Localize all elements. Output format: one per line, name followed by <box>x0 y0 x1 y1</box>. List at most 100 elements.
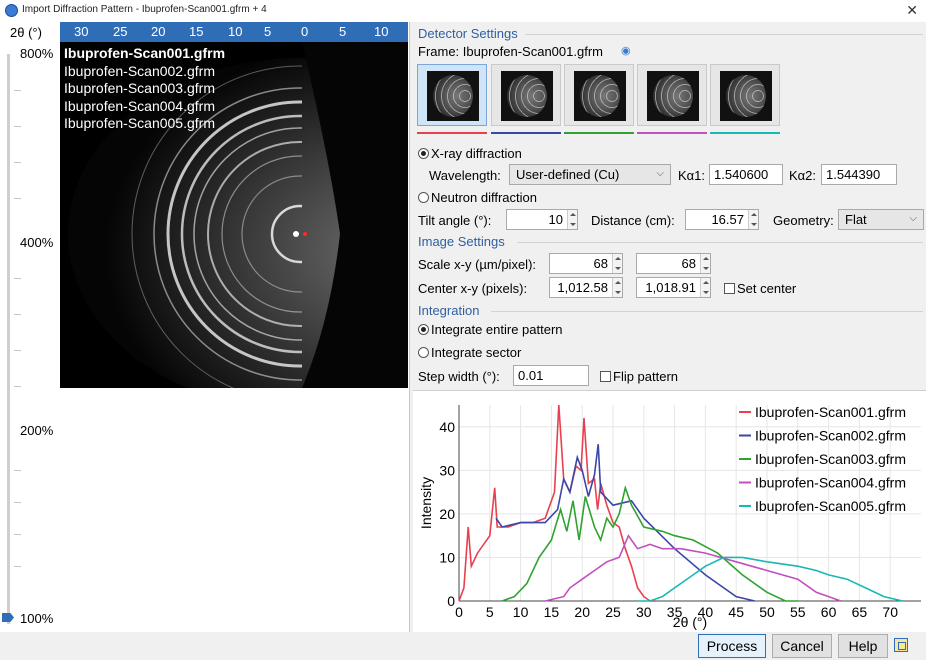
x-axis-label: 2θ (°) <box>673 614 707 630</box>
flip-pattern-label: Flip pattern <box>613 369 679 384</box>
frame-thumbnail-4[interactable] <box>637 64 707 126</box>
y-tick-label: 30 <box>439 462 455 478</box>
distance-stepper[interactable]: 16.57 <box>685 209 759 230</box>
spin-buttons[interactable] <box>700 254 710 273</box>
ka1-label: Kα1: <box>678 168 706 183</box>
set-center-checkbox[interactable] <box>724 283 735 294</box>
help-button[interactable]: Help <box>838 634 888 658</box>
axis-tick: 30 <box>74 24 89 39</box>
title-bar: Import Diffraction Pattern - Ibuprofen-S… <box>0 0 926 22</box>
integrate-sector-radio[interactable] <box>418 347 429 358</box>
scale-y-value: 68 <box>681 256 696 271</box>
file-list-item[interactable]: Ibuprofen-Scan004.gfrm <box>64 98 225 116</box>
integrate-entire-label: Integrate entire pattern <box>431 322 563 337</box>
zoom-slider-handle[interactable] <box>2 613 14 622</box>
step-width-input[interactable]: 0.01 <box>513 365 589 386</box>
x-tick-label: 10 <box>513 604 529 620</box>
y-tick-label: 0 <box>447 593 455 609</box>
detector-settings-title: Detector Settings <box>418 26 518 41</box>
xray-diffraction-label: X-ray diffraction <box>431 146 522 161</box>
scale-label: Scale x-y (µm/pixel): <box>418 257 537 272</box>
two-theta-axis-bar: 30 25 20 15 10 5 0 5 10 <box>60 22 408 42</box>
axis-tick: 20 <box>151 24 166 39</box>
wavelength-select[interactable]: User-defined (Cu) ⌵ <box>509 164 671 185</box>
x-tick-label: 45 <box>728 604 744 620</box>
set-center-label: Set center <box>737 281 797 296</box>
two-theta-axis-label: 2θ (°) <box>10 25 42 40</box>
zoom-tick <box>14 502 21 503</box>
legend-label-3: Ibuprofen-Scan003.gfrm <box>755 451 906 467</box>
scale-y-stepper[interactable]: 68 <box>636 253 711 274</box>
window-title: Import Diffraction Pattern - Ibuprofen-S… <box>22 4 267 15</box>
integration-title: Integration <box>418 303 480 318</box>
geometry-label: Geometry: <box>773 213 834 228</box>
spin-buttons[interactable] <box>748 210 758 229</box>
geometry-select[interactable]: Flat ⌵ <box>838 209 924 230</box>
scale-x-value: 68 <box>593 256 608 271</box>
ka2-input[interactable]: 1.544390 <box>821 164 897 185</box>
scale-x-stepper[interactable]: 68 <box>549 253 623 274</box>
process-button[interactable]: Process <box>698 634 766 658</box>
thumb-color-bar <box>417 132 487 134</box>
spin-buttons[interactable] <box>612 278 622 297</box>
x-tick-label: 0 <box>455 604 463 620</box>
x-tick-label: 20 <box>574 604 590 620</box>
x-tick-label: 5 <box>486 604 494 620</box>
center-y-stepper[interactable]: 1,018.91 <box>636 277 711 298</box>
tilt-angle-stepper[interactable]: 10 <box>506 209 578 230</box>
center-label: Center x-y (pixels): <box>418 281 528 296</box>
close-icon[interactable]: ✕ <box>906 2 918 19</box>
zoom-slider-track[interactable] <box>7 54 10 624</box>
zoom-tick <box>14 350 21 351</box>
thumb-color-bar <box>710 132 780 134</box>
thumb-color-bar <box>491 132 561 134</box>
spin-buttons[interactable] <box>700 278 710 297</box>
image-preview-pane: 2θ (°) 30 25 20 15 10 5 0 5 10 800% 400%… <box>0 22 410 632</box>
frame-thumbnail-3[interactable] <box>564 64 634 126</box>
center-x-stepper[interactable]: 1,012.58 <box>549 277 623 298</box>
spin-buttons[interactable] <box>567 210 577 229</box>
diffraction-image[interactable]: Ibuprofen-Scan001.gfrm Ibuprofen-Scan002… <box>60 42 408 388</box>
axis-tick: 10 <box>228 24 243 39</box>
dialog-options-icon[interactable] <box>894 638 908 652</box>
x-tick-label: 60 <box>821 604 837 620</box>
step-width-label: Step width (°): <box>418 369 500 384</box>
zoom-tick <box>14 566 21 567</box>
x-tick-label: 55 <box>790 604 806 620</box>
x-tick-label: 50 <box>759 604 775 620</box>
dialog-button-bar: Process Cancel Help <box>0 632 926 660</box>
spin-buttons[interactable] <box>612 254 622 273</box>
file-list-item[interactable]: Ibuprofen-Scan005.gfrm <box>64 115 225 133</box>
frame-thumbnail-1[interactable] <box>417 64 487 126</box>
ka1-input[interactable]: 1.540600 <box>709 164 783 185</box>
series-line-2 <box>495 444 755 602</box>
center-x-value: 1,012.58 <box>557 280 608 295</box>
globe-icon[interactable]: ◉ <box>621 44 631 57</box>
app-icon <box>5 4 18 17</box>
integrate-entire-radio[interactable] <box>418 324 429 335</box>
neutron-diffraction-radio[interactable] <box>418 192 429 203</box>
flip-pattern-checkbox[interactable] <box>600 371 611 382</box>
center-y-value: 1,018.91 <box>645 280 696 295</box>
xray-diffraction-radio[interactable] <box>418 148 429 159</box>
axis-tick: 10 <box>374 24 389 39</box>
file-list-item[interactable]: Ibuprofen-Scan003.gfrm <box>64 80 225 98</box>
file-list-item[interactable]: Ibuprofen-Scan002.gfrm <box>64 63 225 81</box>
integration-chart[interactable]: 0 5 10 15 20 25 30 35 40 45 50 55 60 65 70 0 10 20 30 40 2θ … <box>413 390 926 632</box>
axis-tick: 0 <box>301 24 309 39</box>
chevron-down-icon: ⌵ <box>909 213 917 224</box>
zoom-label-800: 800% <box>20 46 54 61</box>
zoom-label-400: 400% <box>20 235 54 250</box>
legend-label-2: Ibuprofen-Scan002.gfrm <box>755 428 906 444</box>
zoom-tick <box>14 470 21 471</box>
frame-thumbnail-5[interactable] <box>710 64 780 126</box>
file-list: Ibuprofen-Scan001.gfrm Ibuprofen-Scan002… <box>64 45 225 133</box>
integrate-sector-label: Integrate sector <box>431 345 522 360</box>
section-divider <box>491 311 923 312</box>
legend-label-4: Ibuprofen-Scan004.gfrm <box>755 475 906 491</box>
frame-thumbnail-2[interactable] <box>491 64 561 126</box>
cancel-button[interactable]: Cancel <box>772 634 832 658</box>
x-tick-label: 25 <box>605 604 621 620</box>
section-divider <box>517 242 923 243</box>
file-list-item-selected[interactable]: Ibuprofen-Scan001.gfrm <box>64 45 225 63</box>
